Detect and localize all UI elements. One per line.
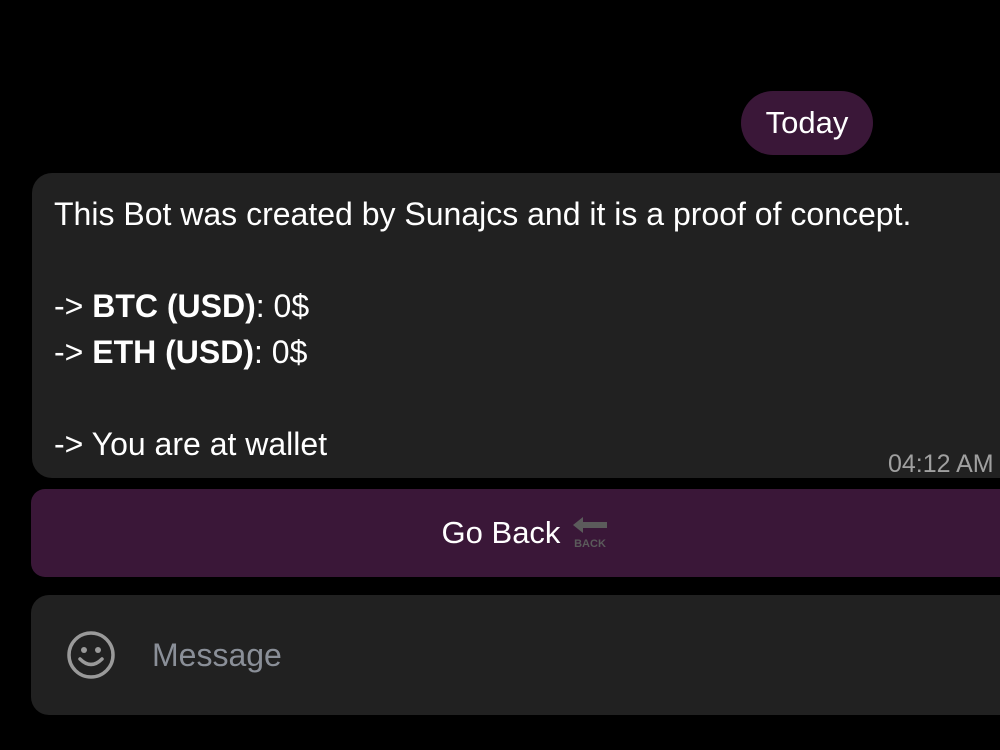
emoji-icon[interactable] bbox=[66, 630, 116, 680]
btc-value: : 0$ bbox=[255, 288, 310, 324]
date-separator: Today bbox=[741, 91, 873, 155]
date-label: Today bbox=[765, 105, 849, 140]
btc-label: BTC (USD) bbox=[92, 288, 256, 324]
back-arrow-icon: BACK bbox=[573, 517, 608, 550]
chat-screen: Today This Bot was created by Sunajcs an… bbox=[0, 0, 1000, 750]
message-input[interactable] bbox=[152, 636, 912, 674]
message-timestamp: 04:12 AM bbox=[888, 450, 994, 478]
message-composer bbox=[31, 595, 1000, 715]
btc-price-line: -> BTC (USD): 0$ bbox=[54, 283, 1000, 329]
go-back-label: Go Back bbox=[441, 515, 561, 550]
message-intro: This Bot was created by Sunajcs and it i… bbox=[54, 196, 912, 232]
eth-value: : 0$ bbox=[254, 334, 308, 370]
bot-message-bubble: This Bot was created by Sunajcs and it i… bbox=[32, 173, 1000, 478]
eth-label: ETH (USD) bbox=[92, 334, 254, 370]
eth-price-line: -> ETH (USD): 0$ bbox=[54, 329, 1000, 375]
wallet-status-line: -> You are at wallet bbox=[54, 426, 328, 462]
eth-prefix: -> bbox=[54, 334, 93, 370]
go-back-button[interactable]: Go Back BACK bbox=[31, 489, 1000, 577]
back-icon-text: BACK bbox=[575, 538, 607, 550]
btc-prefix: -> bbox=[54, 288, 93, 324]
